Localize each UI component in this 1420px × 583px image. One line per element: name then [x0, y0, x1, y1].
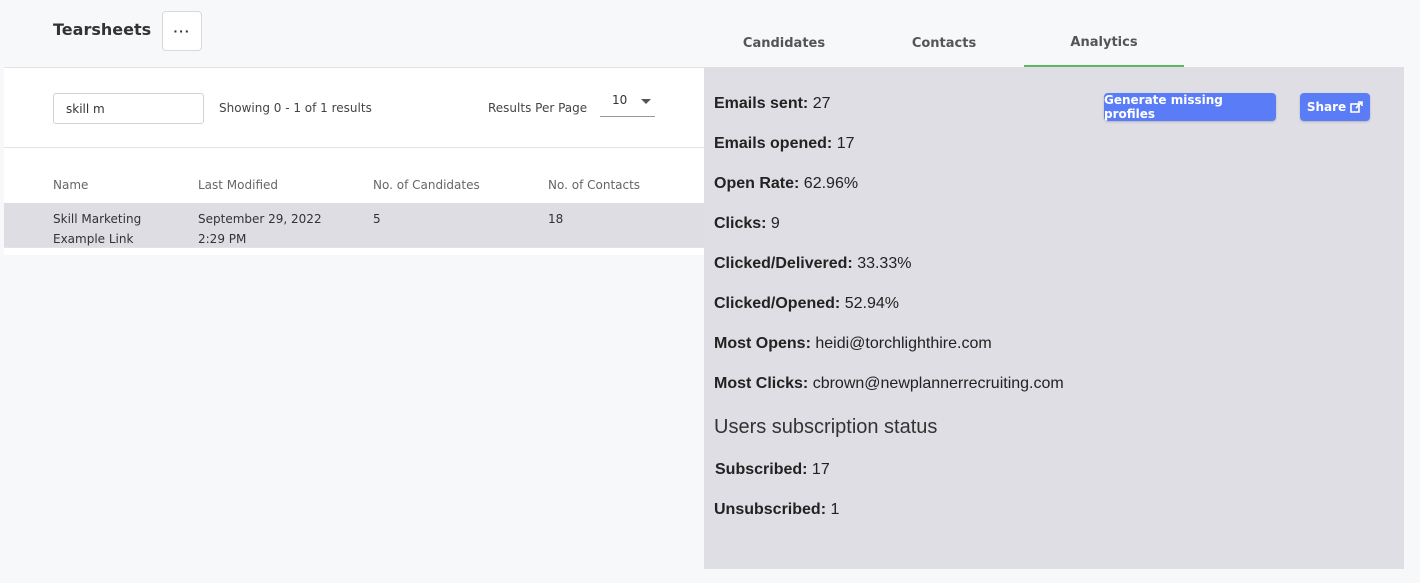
stat-value: 27	[812, 95, 831, 112]
stat-clicked-delivered: Clicked/Delivered: 33.33%	[714, 255, 911, 273]
stat-clicked-opened: Clicked/Opened: 52.94%	[714, 295, 899, 313]
more-options-button[interactable]: ···	[162, 11, 202, 51]
table-row[interactable]: Skill Marketing Example Link September 2…	[4, 203, 704, 248]
column-header-contacts[interactable]: No. of Contacts	[548, 178, 640, 192]
stat-label: Emails opened:	[714, 135, 833, 152]
modified-time: 2:29 PM	[198, 232, 247, 246]
name-line: Skill Marketing	[53, 212, 142, 226]
stat-label: Clicked/Opened:	[714, 295, 841, 312]
column-header-candidates[interactable]: No. of Candidates	[373, 178, 480, 192]
results-count: Showing 0 - 1 of 1 results	[219, 101, 372, 115]
column-header-name[interactable]: Name	[53, 178, 88, 192]
stat-value: 17	[811, 461, 830, 478]
stat-value: 52.94%	[844, 295, 899, 312]
stat-label: Most Clicks:	[714, 375, 809, 392]
stat-value: 33.33%	[857, 255, 912, 272]
list-toolbar: Showing 0 - 1 of 1 results Results Per P…	[4, 68, 704, 148]
stat-subscribed: Subscribed: 17	[715, 461, 830, 479]
stat-label: Open Rate:	[714, 175, 800, 192]
column-header-last-modified[interactable]: Last Modified	[198, 178, 278, 192]
stat-most-opens: Most Opens: heidi@torchlighthire.com	[714, 335, 992, 353]
ellipsis-icon: ···	[173, 23, 191, 39]
stat-label: Clicks:	[714, 215, 767, 232]
stat-open-rate: Open Rate: 62.96%	[714, 175, 858, 193]
stat-label: Most Opens:	[714, 335, 811, 352]
stat-value: cbrown@newplannerrecruiting.com	[812, 375, 1064, 392]
tab-label: Candidates	[742, 36, 826, 51]
button-label: Share	[1306, 100, 1347, 114]
stat-most-clicks: Most Clicks: cbrown@newplannerrecruiting…	[714, 375, 1064, 393]
tab-label: Analytics	[1070, 35, 1138, 50]
results-per-page-value: 10	[612, 93, 628, 107]
stat-label: Subscribed:	[715, 461, 808, 478]
stat-emails-opened: Emails opened: 17	[714, 135, 855, 153]
generate-missing-profiles-button[interactable]: Generate missing profiles	[1104, 93, 1276, 121]
share-icon	[1350, 101, 1363, 113]
cell-last-modified: September 29, 2022 2:29 PM	[198, 209, 322, 249]
stat-value: 62.96%	[803, 175, 859, 192]
stat-value: 9	[770, 215, 780, 232]
subscription-section-title: Users subscription status	[714, 416, 938, 438]
stat-value: heidi@torchlighthire.com	[815, 335, 992, 352]
tab-candidates[interactable]: Candidates	[704, 20, 864, 67]
cell-contacts: 18	[548, 212, 564, 226]
stat-emails-sent: Emails sent: 27	[714, 95, 831, 113]
stat-clicks: Clicks: 9	[714, 215, 780, 233]
cell-candidates: 5	[373, 212, 381, 226]
tab-contacts[interactable]: Contacts	[864, 20, 1024, 67]
cell-name: Skill Marketing Example Link	[53, 209, 141, 249]
share-button[interactable]: Share	[1300, 93, 1370, 121]
stat-label: Emails sent:	[714, 95, 809, 112]
stat-label: Unsubscribed:	[714, 501, 827, 518]
results-per-page-select[interactable]: 10	[600, 90, 655, 117]
stat-unsubscribed: Unsubscribed: 1	[714, 501, 839, 519]
tab-label: Contacts	[911, 36, 977, 51]
name-line: Example Link	[53, 232, 134, 246]
analytics-panel: Generate missing profiles Share Emails s…	[704, 67, 1404, 569]
tab-analytics[interactable]: Analytics	[1024, 20, 1184, 67]
tab-bar: Candidates Contacts Analytics	[704, 20, 1404, 67]
results-per-page-label: Results Per Page	[488, 101, 588, 115]
stat-value: 1	[830, 501, 840, 518]
page-title: Tearsheets	[53, 20, 152, 39]
modified-date: September 29, 2022	[198, 212, 322, 226]
table-header: Name Last Modified No. of Candidates No.…	[4, 148, 704, 203]
tearsheet-list-panel: Showing 0 - 1 of 1 results Results Per P…	[4, 67, 704, 255]
button-label: Generate missing profiles	[1104, 93, 1223, 121]
caret-down-icon	[641, 99, 651, 104]
search-input[interactable]	[53, 93, 204, 124]
stat-value: 17	[836, 135, 855, 152]
stat-label: Clicked/Delivered:	[714, 255, 853, 272]
